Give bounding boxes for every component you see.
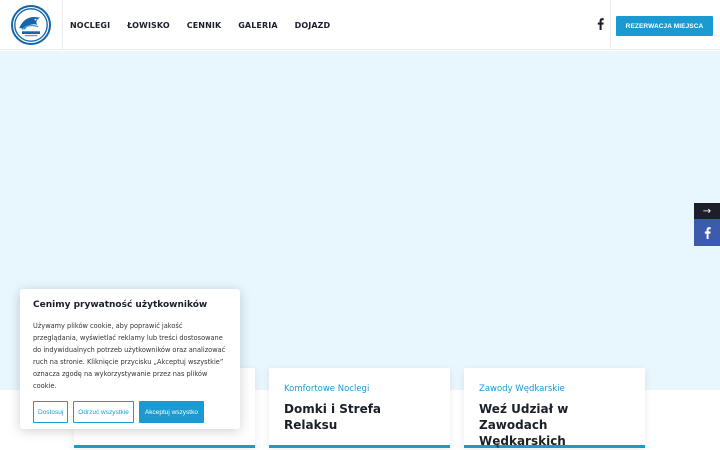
nav-item-lowisko[interactable]: ŁOWISKO — [127, 21, 170, 30]
card-title: Weź Udział w Zawodach Wędkarskich — [479, 402, 569, 448]
side-arrow-button[interactable]: → — [694, 203, 720, 219]
card-kicker: Komfortowe Noclegi — [284, 384, 370, 394]
reservation-button[interactable]: REZERWACJA MIEJSCA — [616, 16, 713, 36]
nav-item-galeria[interactable]: GALERIA — [238, 21, 277, 30]
facebook-icon[interactable] — [594, 17, 606, 31]
header-divider — [610, 0, 611, 50]
facebook-icon — [704, 226, 711, 239]
main-nav: NOCLEGI ŁOWISKO CENNIK GALERIA DOJAZD — [70, 0, 347, 50]
cookie-accept-button[interactable]: Akceptuj wszystko — [138, 401, 204, 423]
site-header: NOCLEGI ŁOWISKO CENNIK GALERIA DOJAZD RE… — [0, 0, 720, 50]
cookie-reject-button[interactable]: Odrzuć wszystkie — [73, 401, 134, 423]
cookie-buttons: Dostosuj Odrzuć wszystkie Akceptuj wszys… — [33, 401, 227, 423]
side-facebook-button[interactable] — [694, 219, 720, 246]
cookie-text: Używamy plików cookie, aby poprawić jako… — [33, 322, 226, 390]
logo-container[interactable] — [0, 0, 63, 50]
card-title: Domki i Strefa Relaksu — [284, 402, 382, 432]
feature-card-3[interactable]: Zawody Wędkarskie Weź Udział w Zawodach … — [464, 368, 645, 448]
cookie-consent-popup: Cenimy prywatność użytkowników Używamy p… — [20, 289, 240, 429]
nav-item-dojazd[interactable]: DOJAZD — [295, 21, 331, 30]
card-kicker: Zawody Wędkarskie — [479, 384, 565, 394]
cookie-customize-button[interactable]: Dostosuj — [33, 401, 69, 423]
fish-logo-icon[interactable] — [11, 5, 51, 45]
feature-card-2[interactable]: Komfortowe Noclegi Domki i Strefa Relaks… — [269, 368, 450, 448]
nav-item-noclegi[interactable]: NOCLEGI — [70, 21, 110, 30]
nav-item-cennik[interactable]: CENNIK — [187, 21, 222, 30]
cookie-title: Cenimy prywatność użytkowników — [33, 300, 208, 310]
